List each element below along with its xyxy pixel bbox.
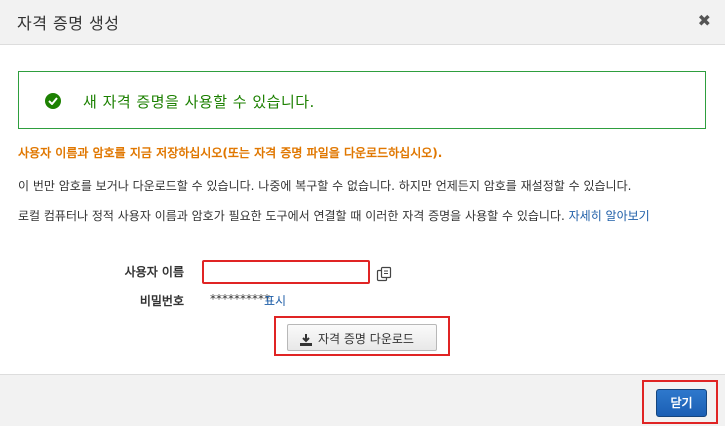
username-label: 사용자 이름 — [124, 265, 184, 279]
dialog-footer — [0, 374, 725, 426]
password-label: 비밀번호 — [139, 294, 184, 308]
info-text-usage: 로컬 컴퓨터나 정적 사용자 이름과 암호가 필요한 도구에서 연결할 때 이러… — [18, 206, 708, 226]
download-credentials-button[interactable]: 자격 증명 다운로드 — [287, 324, 437, 351]
save-warning: 사용자 이름과 암호를 지금 저장하십시오(또는 자격 증명 파일을 다운로드하… — [18, 146, 443, 160]
dialog-header: 자격 증명 생성 ✖ — [0, 0, 725, 45]
download-icon — [300, 331, 312, 350]
download-button-label: 자격 증명 다운로드 — [318, 332, 414, 346]
username-field[interactable] — [202, 260, 370, 284]
create-credentials-dialog: 자격 증명 생성 ✖ 새 자격 증명을 사용할 수 있습니다. 사용자 이름과 … — [0, 0, 725, 426]
copy-icon[interactable] — [376, 266, 392, 282]
info-text-recover: 이 번만 암호를 보거나 다운로드할 수 있습니다. 나중에 복구할 수 없습니… — [18, 179, 632, 193]
password-mask: ********** — [210, 292, 270, 306]
close-icon[interactable]: ✖ — [698, 11, 711, 30]
info-text-usage-body: 로컬 컴퓨터나 정적 사용자 이름과 암호가 필요한 도구에서 연결할 때 이러… — [18, 209, 569, 223]
dialog-title: 자격 증명 생성 — [17, 14, 120, 33]
success-alert: 새 자격 증명을 사용할 수 있습니다. — [18, 71, 706, 129]
close-button[interactable]: 닫기 — [656, 389, 707, 417]
check-circle-icon — [45, 93, 61, 109]
alert-message: 새 자격 증명을 사용할 수 있습니다. — [83, 93, 315, 111]
learn-more-link[interactable]: 자세히 알아보기 — [569, 209, 650, 223]
show-password-link[interactable]: 표시 — [264, 292, 286, 309]
